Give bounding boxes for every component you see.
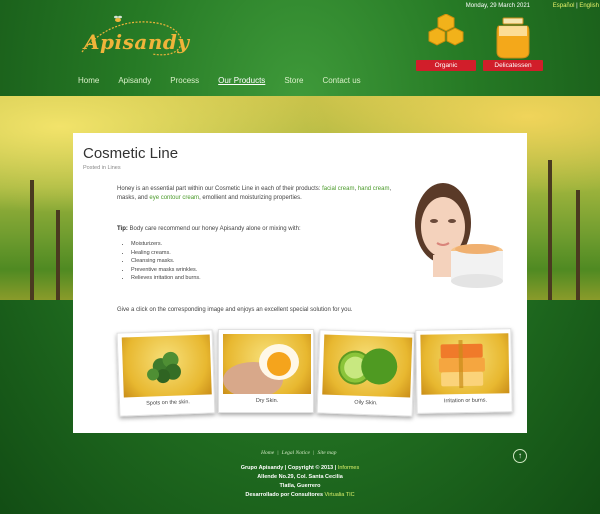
- footer-link-site-map[interactable]: Site map: [317, 450, 336, 456]
- card-spots-on-skin[interactable]: Spots on the skin.: [116, 329, 216, 417]
- nav-item-home[interactable]: Home: [78, 76, 99, 85]
- back-to-top-button[interactable]: ↑: [513, 449, 527, 463]
- arrow-up-icon: ↑: [518, 451, 522, 460]
- apisandy-logo[interactable]: Apisandy: [78, 12, 190, 64]
- card-irritation-or-burns[interactable]: Irritation or burns.: [415, 328, 513, 414]
- lang-separator: |: [576, 3, 578, 9]
- card-caption: Oily Skin.: [354, 399, 378, 407]
- delicatessen-ribbon: Delicatessen: [483, 60, 543, 71]
- tip-label: Tip:: [117, 226, 128, 232]
- honeycomb-icon: [428, 13, 464, 46]
- developer-line: Desarrollado por Consultores Virtualia T…: [245, 492, 355, 498]
- woman-face-cream-image: [415, 183, 503, 288]
- eye-contour-cream-link[interactable]: eye contour cream: [149, 195, 199, 201]
- list-item: Relieves irritation and burns.: [131, 274, 201, 283]
- virtualia-link[interactable]: Virtualia TIC: [325, 492, 355, 498]
- leafy-greens-image: [121, 334, 212, 398]
- card-oily-skin[interactable]: Oily Skin.: [316, 329, 416, 417]
- give-click-text: Give a click on the corresponding image …: [117, 307, 353, 313]
- content-panel: Cosmetic Line Posted in Lines Honey is a…: [73, 133, 527, 433]
- card-caption: Spots on the skin.: [146, 399, 190, 407]
- intro-paragraph: Honey is an essential part within our Co…: [117, 186, 392, 201]
- list-item: Cleansing masks.: [131, 257, 201, 266]
- top-bar: Monday, 29 March 2021 Español | English: [465, 3, 599, 9]
- list-item: Healing creams.: [131, 249, 201, 258]
- delicatessen-badge[interactable]: Delicatessen: [483, 14, 543, 71]
- soap-bars-image: [420, 333, 510, 395]
- footer-link-legal-notice[interactable]: Legal Notice: [282, 450, 310, 456]
- uses-list: Moisturizers. Healing creams. Cleansing …: [131, 240, 201, 283]
- nav-item-apisandy[interactable]: Apisandy: [118, 76, 151, 85]
- logo-text: Apisandy: [84, 30, 190, 54]
- organic-ribbon: Organic: [416, 60, 476, 71]
- list-item: Preventive masks wrinkles.: [131, 266, 201, 275]
- language-switcher: Español | English: [553, 3, 599, 9]
- card-caption: Irritation or burns.: [443, 397, 488, 405]
- limes-image: [322, 334, 413, 398]
- hand-cream-link[interactable]: hand cream: [358, 186, 390, 192]
- site-footer: Grupo Apisandy | Copyright © 2013 | Info…: [0, 464, 600, 500]
- nav-item-process[interactable]: Process: [170, 76, 199, 85]
- lang-en-link[interactable]: English: [579, 3, 599, 9]
- date-text: Monday, 29 March 2021: [465, 3, 530, 9]
- lang-es-link[interactable]: Español: [553, 3, 575, 9]
- address-line-2: Tlatla, Guerrero: [279, 483, 321, 489]
- copyright-line: Grupo Apisandy | Copyright © 2013 | Info…: [240, 465, 360, 471]
- nav-item-our-products[interactable]: Our Products: [218, 76, 265, 85]
- informes-link[interactable]: Informes: [338, 465, 359, 471]
- organic-badge[interactable]: Organic: [416, 13, 476, 71]
- page-title: Cosmetic Line: [83, 145, 179, 162]
- footer-link-home[interactable]: Home: [261, 450, 274, 456]
- nav-item-store[interactable]: Store: [284, 76, 303, 85]
- list-item: Moisturizers.: [131, 240, 201, 249]
- main-nav: Home Apisandy Process Our Products Store…: [78, 76, 361, 85]
- address-line-1: Allende No.29, Col. Santa Cecilia: [257, 474, 343, 480]
- honey-jar-icon: [496, 17, 530, 59]
- footer-links: Home | Legal Notice | Site map: [261, 450, 337, 456]
- facial-cream-link[interactable]: facial cream: [322, 186, 354, 192]
- nav-item-contact-us[interactable]: Contact us: [322, 76, 360, 85]
- posted-in: Posted in Lines: [83, 165, 121, 171]
- tip-paragraph: Tip: Body care recommend our honey Apisa…: [117, 226, 301, 232]
- card-caption: Dry Skin.: [255, 398, 279, 404]
- egg-yolk-image: [223, 334, 311, 394]
- card-dry-skin[interactable]: Dry Skin.: [218, 329, 314, 413]
